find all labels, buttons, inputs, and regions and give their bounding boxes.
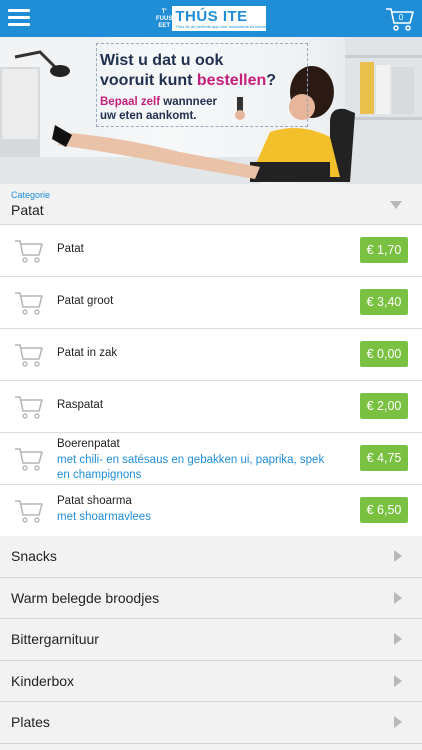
- price-button[interactable]: € 3,40: [360, 289, 408, 315]
- chevron-right-icon: [394, 550, 402, 562]
- product-description: met shoarmavlees: [57, 511, 151, 523]
- shopping-cart-button[interactable]: 0: [385, 6, 415, 32]
- chevron-right-icon: [394, 716, 402, 728]
- category-row[interactable]: Warm belegde broodjes: [0, 577, 422, 619]
- product-row[interactable]: Patat shoarma met shoarmavlees € 6,50: [0, 485, 422, 537]
- category-row-label: Kinderbox: [11, 672, 75, 689]
- banner-title-line1: Wist u dat u ook: [100, 52, 224, 69]
- chevron-right-icon: [394, 591, 402, 604]
- add-to-cart-icon[interactable]: [14, 342, 44, 368]
- product-description: met chili- en satésaus en gebakken ui, p…: [57, 454, 325, 481]
- product-row[interactable]: Patat in zak € 0,00: [0, 329, 422, 381]
- product-name: Patat: [57, 243, 84, 255]
- promo-banner: Wist u dat u ook vooruit kunt bestellen?…: [0, 37, 422, 184]
- category-row-label: Warm belegde broodjes: [11, 589, 160, 606]
- category-row[interactable]: Bittergarnituur: [0, 619, 422, 661]
- banner-title-line2a: vooruit kunt: [100, 72, 197, 89]
- chevron-right-icon: [394, 674, 402, 687]
- category-selector[interactable]: Categorie Patat: [0, 184, 422, 225]
- price-button[interactable]: € 0,00: [360, 341, 408, 367]
- product-name: Raspatat: [57, 399, 104, 411]
- product-row[interactable]: Boerenpatat met chili- en satésaus en geb…: [0, 433, 422, 485]
- cart-count: 0: [398, 13, 404, 22]
- product-row[interactable]: Patat groot € 3,40: [0, 277, 422, 329]
- add-to-cart-icon[interactable]: [14, 238, 44, 264]
- hamburger-menu-icon[interactable]: [8, 9, 30, 27]
- price-button[interactable]: € 6,50: [360, 497, 408, 523]
- product-name: Patat in zak: [57, 347, 118, 359]
- logo-badge: T' FUUS EET: [156, 6, 172, 31]
- price-button[interactable]: € 1,70: [360, 237, 408, 263]
- product-name: Boerenpatat: [57, 438, 120, 450]
- category-list: Snacks Warm belegde broodjes Bittergarnitu…: [0, 536, 422, 744]
- category-value: Patat: [11, 202, 44, 218]
- category-row[interactable]: Kinderbox: [0, 660, 422, 702]
- banner-title: Wist u dat u ook vooruit kunt bestellen?: [100, 51, 276, 91]
- product-row[interactable]: Raspatat € 2,00: [0, 381, 422, 433]
- category-row[interactable]: Plates: [0, 702, 422, 744]
- banner-title-line2b: bestellen: [196, 72, 267, 89]
- chevron-right-icon: [394, 633, 402, 645]
- banner-subtitle: Bepaal zelf wannneer uw eten aankomt.: [100, 95, 217, 123]
- price-button[interactable]: € 2,00: [360, 393, 408, 419]
- category-row[interactable]: Snacks: [0, 536, 422, 578]
- price-button[interactable]: € 4,75: [360, 445, 408, 471]
- add-to-cart-icon[interactable]: [14, 394, 44, 420]
- logo-tagline: Thús Ite de perfecte app voor restaurant…: [175, 23, 268, 29]
- logo-name: THÚS ITE: [175, 7, 248, 25]
- add-to-cart-icon[interactable]: [14, 290, 44, 316]
- category-row-label: Bittergarnituur: [11, 631, 99, 647]
- category-row-label: Snacks: [11, 548, 57, 564]
- product-name: Patat groot: [57, 295, 114, 307]
- chevron-down-icon: [390, 201, 402, 209]
- top-bar: T' FUUS EET THÚS ITE Thús Ite de perfect…: [0, 0, 422, 37]
- banner-title-line2c: ?: [266, 72, 277, 89]
- banner-subtitle-2: uw eten aankomt.: [100, 110, 197, 122]
- category-row-label: Plates: [11, 714, 50, 730]
- category-label: Categorie: [11, 190, 51, 200]
- product-list: Patat € 1,70 Patat groot € 3,40 Patat in zak…: [0, 225, 422, 537]
- app-logo[interactable]: T' FUUS EET THÚS ITE Thús Ite de perfect…: [154, 4, 268, 33]
- product-row[interactable]: Patat € 1,70: [0, 225, 422, 277]
- add-to-cart-icon[interactable]: [14, 498, 44, 524]
- banner-subtitle-1a: Bepaal zelf: [100, 96, 164, 108]
- banner-subtitle-1b: wannneer: [163, 96, 217, 108]
- product-name: Patat shoarma: [57, 495, 132, 507]
- add-to-cart-icon[interactable]: [14, 446, 44, 472]
